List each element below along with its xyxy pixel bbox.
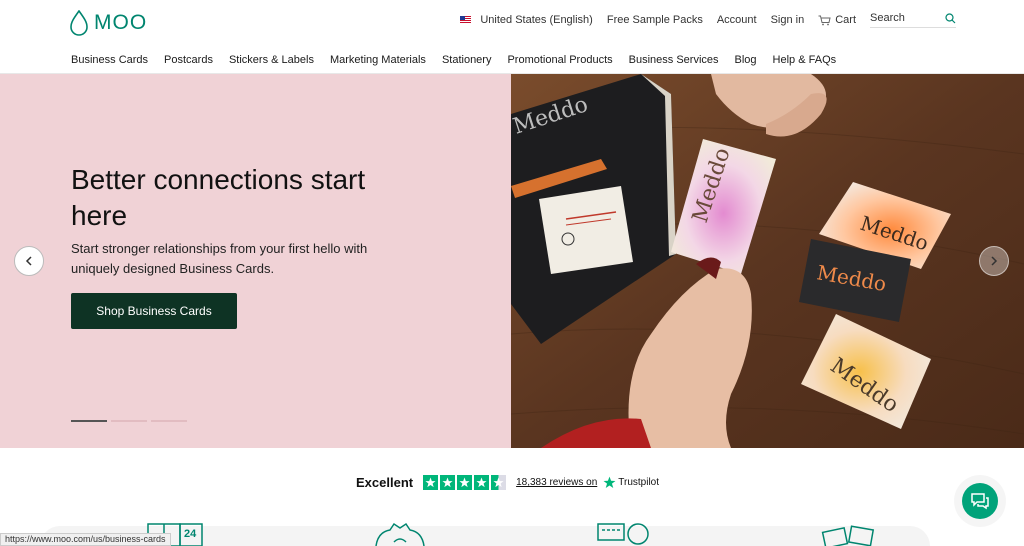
trustpilot-widget[interactable]: Excellent 18,383 reviews on Trustpilot [356, 475, 659, 490]
chevron-left-icon [25, 256, 32, 266]
star-icon [423, 475, 439, 490]
us-flag-icon [460, 16, 472, 24]
sign-in-link[interactable]: Sign in [771, 14, 805, 26]
moo-logo[interactable]: MOO [70, 10, 147, 36]
rating-stars [423, 475, 507, 490]
rating-label: Excellent [356, 475, 414, 490]
nav-postcards[interactable]: Postcards [164, 54, 213, 66]
carousel-prev-button[interactable] [14, 246, 44, 276]
search-input[interactable]: Search [870, 12, 956, 28]
trustpilot-star-icon [603, 476, 616, 488]
hero-carousel: Better connections start here Start stro… [0, 74, 1024, 448]
nav-stationery[interactable]: Stationery [442, 54, 492, 66]
card-stack-icon [821, 525, 875, 546]
shop-business-cards-button[interactable]: Shop Business Cards [71, 293, 237, 329]
hero-text-panel: Better connections start here Start stro… [0, 74, 511, 448]
nav-business-services[interactable]: Business Services [629, 54, 719, 66]
trustpilot-brand: Trustpilot [618, 477, 660, 488]
review-count-link[interactable]: 18,383 reviews on [516, 477, 597, 488]
svg-text:24: 24 [184, 528, 197, 540]
sample-packs-link[interactable]: Free Sample Packs [607, 14, 703, 26]
search-placeholder: Search [870, 12, 905, 24]
cart-link[interactable]: Cart [818, 14, 856, 26]
cart-icon [818, 15, 831, 25]
hero-image: Meddo Meddo Meddo Meddo Meddo [511, 74, 1024, 448]
hero-title: Better connections start here [71, 164, 366, 231]
nav-marketing-materials[interactable]: Marketing Materials [330, 54, 426, 66]
browser-status-url: https://www.moo.com/us/business-cards [0, 533, 171, 546]
badge-heart-icon [375, 522, 425, 546]
carousel-indicators [71, 420, 187, 422]
carousel-dot-1[interactable] [71, 420, 107, 422]
carousel-dot-2[interactable] [111, 420, 147, 422]
carousel-next-button[interactable] [979, 246, 1009, 276]
chevron-right-icon [991, 256, 998, 266]
star-icon [474, 475, 490, 490]
business-cards-photo: Meddo Meddo Meddo Meddo Meddo [511, 74, 1024, 448]
utility-nav: United States (English) Free Sample Pack… [446, 12, 956, 28]
top-bar: MOO United States (English) Free Sample … [0, 0, 1024, 46]
nav-promotional-products[interactable]: Promotional Products [507, 54, 612, 66]
nav-business-cards[interactable]: Business Cards [71, 54, 148, 66]
chat-bubbles-icon [971, 493, 989, 510]
design-tools-icon [597, 523, 649, 545]
locale-label: United States (English) [480, 14, 593, 26]
trustpilot-logo: Trustpilot [603, 476, 659, 489]
search-icon[interactable] [945, 12, 956, 24]
nav-help-faqs[interactable]: Help & FAQs [773, 54, 837, 66]
star-icon [457, 475, 473, 490]
cart-label: Cart [835, 14, 856, 26]
star-icon [440, 475, 456, 490]
locale-selector[interactable]: United States (English) [460, 14, 593, 26]
account-link[interactable]: Account [717, 14, 757, 26]
chat-button[interactable] [962, 483, 998, 519]
droplet-logo-icon [70, 10, 88, 36]
hero-subtitle: Start stronger relationships from your f… [71, 241, 368, 276]
brand-name: MOO [94, 11, 148, 34]
carousel-dot-3[interactable] [151, 420, 187, 422]
nav-blog[interactable]: Blog [735, 54, 757, 66]
main-nav: Business Cards Postcards Stickers & Labe… [71, 54, 852, 66]
nav-stickers-labels[interactable]: Stickers & Labels [229, 54, 314, 66]
half-star-icon [491, 475, 507, 490]
page: MOO United States (English) Free Sample … [0, 0, 1024, 546]
